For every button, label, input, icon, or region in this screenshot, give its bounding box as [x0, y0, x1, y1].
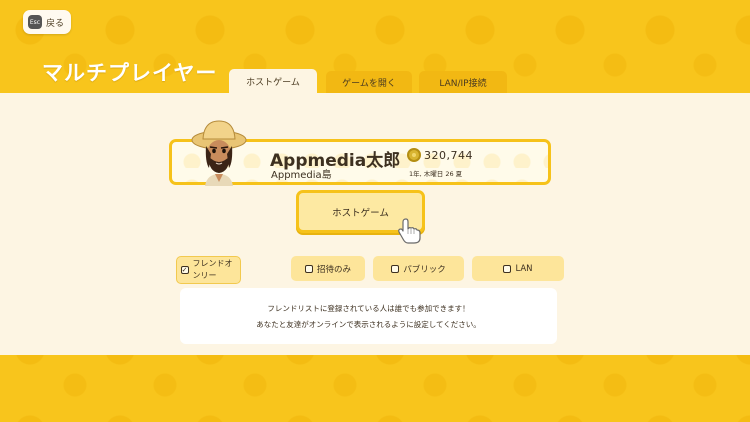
checkbox-icon[interactable] — [391, 264, 400, 273]
option-invite-only[interactable]: 招待のみ — [291, 256, 365, 281]
option-label: パブリック — [403, 264, 446, 275]
tab-host-game[interactable]: ホストゲーム — [229, 69, 317, 94]
island-name: Appmedia島 — [271, 170, 332, 181]
description-line-1: フレンドリストに登録されている人は誰でも参加できます！ — [267, 303, 470, 313]
bell-coin-icon — [407, 148, 421, 162]
checkbox-icon[interactable] — [304, 264, 313, 273]
esc-key-icon: Esc — [28, 15, 42, 29]
tab-lan-ip[interactable]: LAN/IP接続 — [419, 71, 507, 94]
option-lan[interactable]: LAN — [472, 256, 564, 281]
option-label: LAN — [515, 263, 533, 274]
player-avatar — [191, 120, 247, 186]
page-title: マルチプレイヤー — [42, 61, 218, 85]
option-label: 招待のみ — [316, 264, 351, 275]
description-box: フレンドリストに登録されている人は誰でも参加できます！ あなたと友達がオンライン… — [180, 288, 557, 344]
checkbox-icon[interactable] — [503, 264, 512, 273]
option-friends-only[interactable]: ✓ フレンドオンリー — [176, 256, 241, 284]
tab-open-game[interactable]: ゲームを開く — [326, 71, 412, 94]
description-line-2: あなたと友達がオンラインで表示されるように設定してください。 — [256, 319, 481, 329]
back-button[interactable]: Esc 戻る — [23, 10, 71, 34]
checkbox-checked-icon[interactable]: ✓ — [180, 266, 189, 274]
back-label: 戻る — [46, 18, 65, 29]
bells-count: 320,744 — [424, 149, 473, 162]
option-public[interactable]: パブリック — [373, 256, 464, 281]
hand-cursor-icon — [398, 218, 421, 244]
option-label: フレンドオンリー — [192, 259, 233, 280]
game-date: 1年, 木曜日 26 夏 — [409, 170, 463, 178]
